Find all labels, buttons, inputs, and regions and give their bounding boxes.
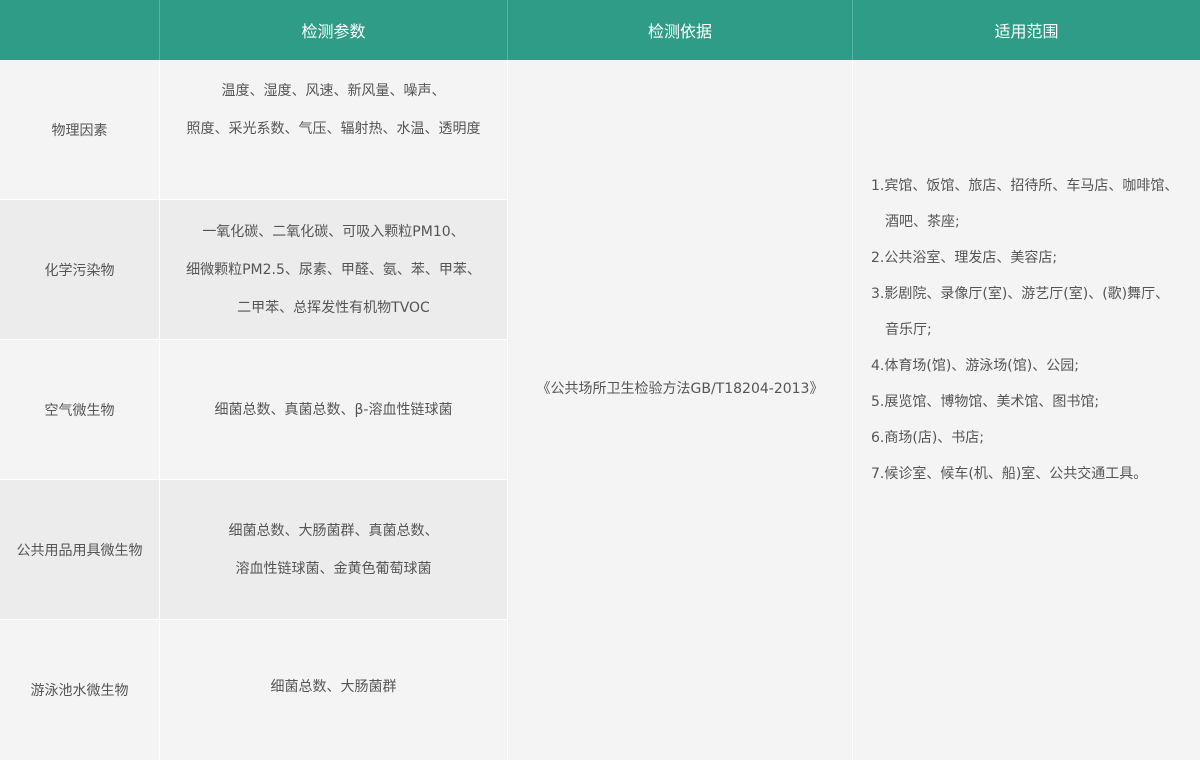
- scope-line: 6.商场(店)、书店;: [871, 430, 984, 446]
- scope-line: 1.宾馆、饭馆、旅店、招待所、车马店、咖啡馆、: [871, 178, 1179, 194]
- scope-line: 音乐厅;: [885, 322, 932, 338]
- scope-line: 4.体育场(馆)、游泳场(馆)、公园;: [871, 358, 1079, 374]
- category-cell-public-goods: 公共用品用具微生物: [0, 480, 160, 620]
- scope-line: 2.公共浴室、理发店、美容店;: [871, 250, 1058, 266]
- params-list: 细菌总数、大肠菌群、真菌总数、 溶血性链球菌、金黄色葡萄球菌: [229, 512, 439, 588]
- params-line: 温度、湿度、风速、新风量、噪声、: [221, 83, 446, 99]
- params-cell-physical: 温度、湿度、风速、新风量、噪声、 照度、采光系数、气压、辐射热、水温、透明度: [160, 60, 508, 200]
- scope-cell: 1.宾馆、饭馆、旅店、招待所、车马店、咖啡馆、 酒吧、茶座; 2.公共浴室、理发…: [853, 60, 1200, 760]
- params-line: 溶血性链球菌、金黄色葡萄球菌: [235, 560, 432, 577]
- basis-cell: 《公共场所卫生检验方法GB/T18204-2013》: [508, 60, 853, 760]
- params-line: 二甲苯、总挥发性有机物TVOC: [237, 299, 430, 316]
- header-basis: 检测依据: [508, 0, 853, 60]
- params-cell-chemical: 一氧化碳、二氧化碳、可吸入颗粒PM10、 细微颗粒PM2.5、尿素、甲醛、氨、苯…: [160, 200, 508, 340]
- params-list: 温度、湿度、风速、新风量、噪声、 照度、采光系数、气压、辐射热、水温、透明度: [187, 72, 481, 148]
- scope-line: 7.候诊室、候车(机、船)室、公共交通工具。: [871, 466, 1148, 482]
- basis-text: 《公共场所卫生检验方法GB/T18204-2013》: [536, 381, 824, 397]
- params-list: 一氧化碳、二氧化碳、可吸入颗粒PM10、 细微颗粒PM2.5、尿素、甲醛、氨、苯…: [186, 213, 481, 327]
- params-line: 照度、采光系数、气压、辐射热、水温、透明度: [186, 121, 481, 137]
- scope-line: 酒吧、茶座;: [885, 214, 960, 230]
- scope-line: 5.展览馆、博物馆、美术馆、图书馆;: [871, 394, 1100, 410]
- params-line: 细微颗粒PM2.5、尿素、甲醛、氨、苯、甲苯、: [186, 261, 481, 278]
- category-cell-chemical: 化学污染物: [0, 200, 160, 340]
- params-list: 细菌总数、大肠菌群: [271, 668, 397, 706]
- inspection-table: 检测参数 检测依据 适用范围 物理因素 化学污染物 空气微生物 公共用品用具微生…: [0, 0, 1200, 760]
- header-scope: 适用范围: [994, 22, 1059, 41]
- header-empty-cell: [0, 0, 160, 60]
- params-line: 细菌总数、大肠菌群: [270, 679, 397, 695]
- table-body: 物理因素 化学污染物 空气微生物 公共用品用具微生物 游泳池水微生物 温度、湿度…: [0, 60, 1200, 760]
- category-cell-air-microbe: 空气微生物: [0, 340, 160, 480]
- header-params: 检测参数: [160, 0, 508, 60]
- params-cell-air-microbe: 细菌总数、真菌总数、β-溶血性链球菌: [160, 340, 508, 480]
- params-line: 细菌总数、真菌总数、β-溶血性链球菌: [214, 401, 453, 418]
- params-list: 细菌总数、真菌总数、β-溶血性链球菌: [215, 391, 453, 429]
- params-cell-pool-water: 细菌总数、大肠菌群: [160, 620, 508, 760]
- scope-line: 3.影剧院、录像厅(室)、游艺厅(室)、(歌)舞厅、: [871, 286, 1170, 302]
- params-line: 一氧化碳、二氧化碳、可吸入颗粒PM10、: [202, 223, 465, 240]
- table-header: 检测参数 检测依据 适用范围: [0, 0, 1200, 60]
- category-cell-physical: 物理因素: [0, 60, 160, 200]
- params-cell-public-goods: 细菌总数、大肠菌群、真菌总数、 溶血性链球菌、金黄色葡萄球菌: [160, 480, 508, 620]
- category-cell-pool-water: 游泳池水微生物: [0, 620, 160, 760]
- params-line: 细菌总数、大肠菌群、真菌总数、: [228, 522, 439, 539]
